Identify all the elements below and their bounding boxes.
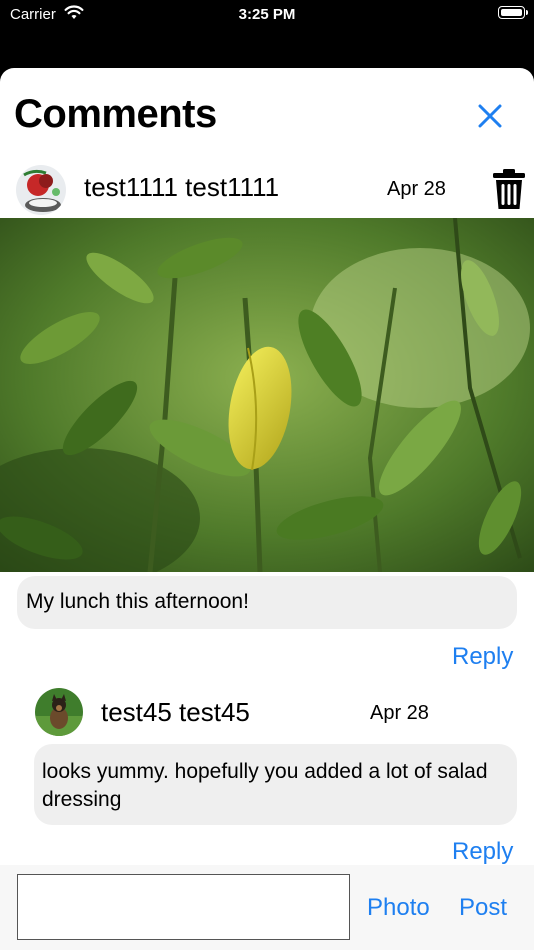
comment-author-name[interactable]: test45 test45 — [101, 697, 250, 728]
comment-date: Apr 28 — [370, 702, 429, 724]
close-icon[interactable] — [470, 96, 510, 136]
post-date: Apr 28 — [387, 178, 446, 200]
comment-text: looks yummy. hopefully you added a lot o… — [42, 760, 488, 811]
trash-icon[interactable] — [488, 167, 530, 211]
post-photo[interactable] — [0, 218, 534, 572]
comments-sheet: Comments test1111 test1111 Apr 28 My lun… — [0, 68, 534, 950]
post-author-name[interactable]: test1111 test1111 — [84, 172, 279, 203]
comment-composer: Photo Post — [0, 865, 534, 950]
battery-icon — [498, 6, 528, 19]
page-title: Comments — [14, 92, 217, 136]
photo-button[interactable]: Photo — [367, 894, 430, 922]
post-button[interactable]: Post — [459, 894, 507, 922]
status-bar: Carrier 3:25 PM — [0, 0, 534, 30]
comment-input[interactable] — [17, 874, 350, 940]
clock-label: 3:25 PM — [238, 6, 296, 23]
avatar[interactable] — [35, 688, 83, 736]
post-reply-button[interactable]: Reply — [452, 643, 513, 671]
post-caption-bubble: My lunch this afternoon! — [17, 576, 517, 629]
comment-reply-button[interactable]: Reply — [452, 838, 513, 866]
avatar[interactable] — [16, 165, 66, 215]
post-header: test1111 test1111 Apr 28 — [0, 164, 534, 218]
comment-bubble: looks yummy. hopefully you added a lot o… — [34, 744, 517, 825]
post-caption: My lunch this afternoon! — [26, 590, 249, 613]
